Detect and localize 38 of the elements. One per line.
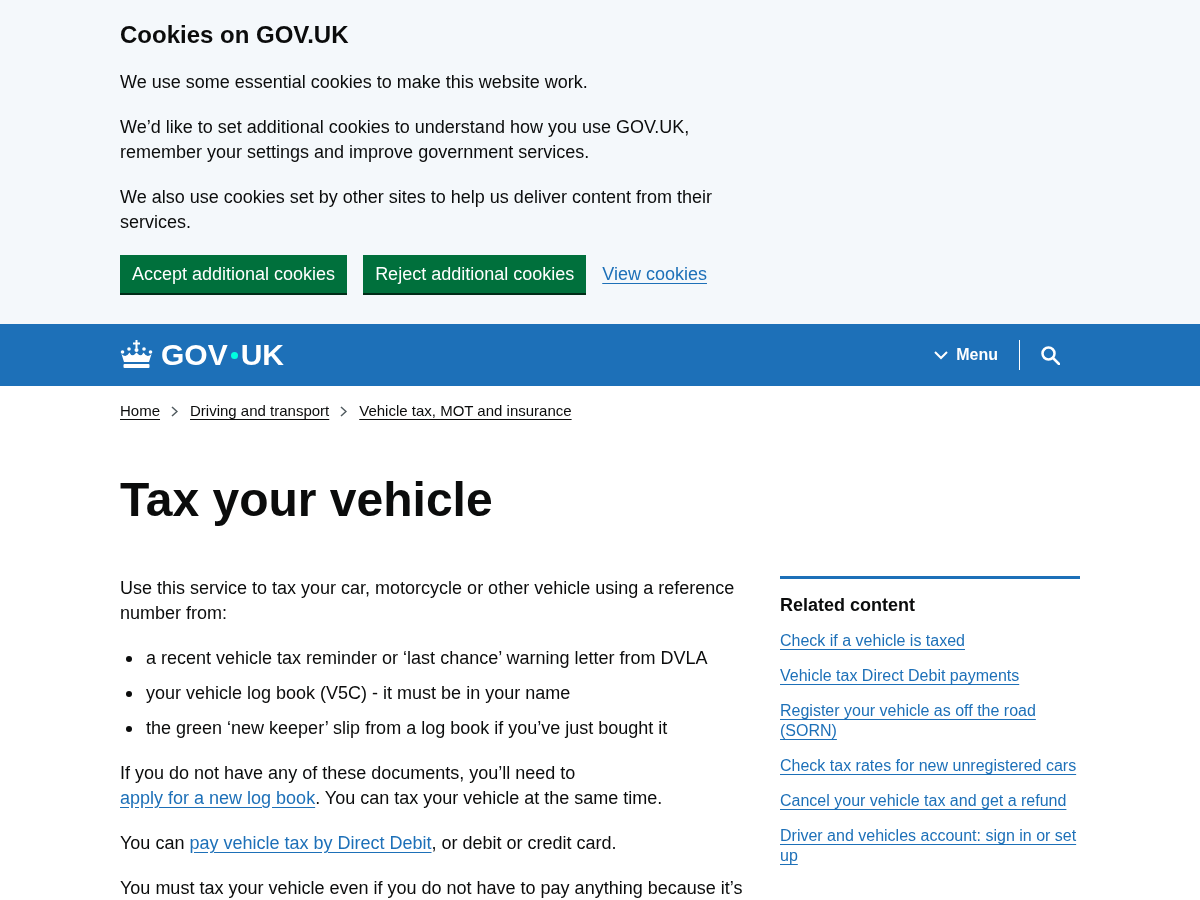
related-link[interactable]: Driver and vehicles account: sign in or set up [780, 826, 1080, 866]
related-link[interactable]: Check tax rates for new unregistered cars [780, 756, 1077, 776]
view-cookies-link[interactable]: View cookies [602, 261, 707, 287]
chevron-right-icon [171, 405, 178, 417]
breadcrumb-link[interactable]: Driving and transport [190, 401, 330, 421]
body-text: You can pay vehicle tax by Direct Debit, or debit or credit card. [120, 832, 618, 855]
cookie-banner-heading: Cookies on GOV.UK [120, 20, 350, 50]
cookie-banner-text: We’d like to set additional cookies to understand how you use GOV.UK, remember your settings and improve government services. [120, 116, 691, 164]
breadcrumb-link[interactable]: Home [120, 401, 160, 421]
bullet-icon [126, 690, 132, 697]
crown-icon [120, 340, 153, 370]
inline-link[interactable]: pay vehicle tax by Direct Debit [189, 833, 432, 853]
related-link[interactable]: Cancel your vehicle tax and get a refund [780, 791, 1067, 811]
body-text: If you do not have any of these documents, you’ll need to apply for a new log book. You can tax your vehicle at the same time. [120, 762, 664, 810]
related-link[interactable]: Vehicle tax Direct Debit payments [780, 666, 1020, 686]
reject-cookies-button[interactable]: Reject additional cookies [363, 255, 587, 293]
cookie-banner-text: We also use cookies set by other sites to help us deliver content from their services. [120, 186, 713, 234]
breadcrumb-link[interactable]: Vehicle tax, MOT and insurance [359, 401, 572, 421]
dot-icon [230, 351, 238, 359]
related-link[interactable]: Check if a vehicle is taxed [780, 631, 965, 651]
body-text: You must tax your vehicle even if you do not have to pay anything because it’s [120, 877, 744, 900]
related-content-heading: Related content [780, 594, 917, 617]
related-link[interactable]: Register your vehicle as off the road (SORN) [780, 701, 1080, 741]
accept-cookies-button[interactable]: Accept additional cookies [120, 255, 348, 293]
home-logo-link[interactable]: GOV UK [120, 340, 285, 370]
chevron-right-icon [340, 405, 348, 417]
search-icon[interactable] [1041, 345, 1060, 365]
body-text: Use this service to tax your car, motorcycle or other vehicle using a reference number from: [120, 577, 736, 625]
cookie-banner-text: We use some essential cookies to make this website work. [120, 71, 589, 94]
menu-button[interactable]: Menu [934, 346, 998, 364]
bullet-text: a recent vehicle tax reminder or ‘last chance’ warning letter from DVLA [146, 647, 708, 670]
inline-link[interactable]: apply for a new log book [120, 788, 316, 808]
bullet-text: your vehicle log book (V5C) - it must be in your name [146, 682, 571, 705]
bullet-text: the green ‘new keeper’ slip from a log book if you’ve just bought it [146, 717, 668, 740]
chevron-down-icon [934, 350, 949, 360]
page-title: Tax your vehicle [120, 475, 494, 525]
bullet-icon [126, 655, 132, 662]
bullet-icon [126, 725, 132, 732]
